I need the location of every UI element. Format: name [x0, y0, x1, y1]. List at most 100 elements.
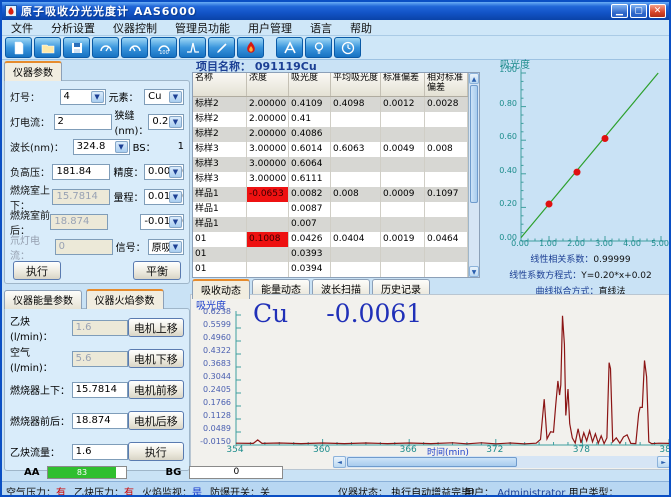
table-cell: 0.6064	[289, 157, 331, 172]
col-header-concentration[interactable]: 浓度	[247, 73, 289, 96]
equation-label: 线性系数方程式：	[509, 271, 581, 281]
col-header-avg-absorbance[interactable]: 平均吸光度	[331, 73, 381, 96]
tab-energy-params[interactable]: 仪器能量参数	[4, 290, 82, 309]
tab-absorption-dynamics[interactable]: 吸收动态	[192, 279, 250, 299]
save-icon[interactable]	[63, 37, 90, 58]
signal-select[interactable]: 原吸▼	[148, 239, 184, 255]
table-cell: 样品1	[193, 187, 247, 202]
wavelength-select[interactable]: 324.8▼	[73, 139, 130, 155]
tick-label: 384	[653, 445, 671, 455]
tick-label: 0.5599	[193, 320, 231, 329]
table-cell: 0.0426	[289, 232, 331, 247]
lamp-number-select[interactable]: 4▼	[60, 89, 106, 105]
tick-label: 4.00	[619, 239, 645, 248]
dynamics-scrollbar[interactable]: ◄ ►	[333, 456, 670, 468]
table-cell	[425, 262, 468, 277]
range-low-select[interactable]: -0.0150▼	[140, 214, 184, 230]
menu-user-management[interactable]: 用户管理	[239, 20, 301, 36]
table-cell	[425, 202, 468, 217]
auto-gain-icon[interactable]: 100	[150, 37, 177, 58]
autosampler-icon[interactable]	[276, 37, 303, 58]
table-cell: 0.1008	[247, 232, 289, 247]
acetylene-input	[72, 320, 128, 336]
col-header-name[interactable]: 名称	[193, 73, 247, 96]
table-row[interactable]: 样品1-0.06530.00820.0080.00090.1097	[193, 187, 468, 202]
status-flag-value: 关	[260, 488, 270, 497]
balance-button[interactable]: 平衡	[133, 261, 181, 280]
table-row[interactable]: 010.0393	[193, 247, 468, 262]
table-scrollbar[interactable]: ▲ ▼	[468, 73, 479, 277]
new-file-icon[interactable]	[5, 37, 32, 58]
table-row[interactable]: 标样22.000000.41090.40980.00120.0028	[193, 97, 468, 112]
timer-icon[interactable]	[334, 37, 361, 58]
tab-flame-params[interactable]: 仪器火焰参数	[86, 289, 164, 309]
neg-hv-input[interactable]	[52, 164, 110, 180]
scroll-down-icon[interactable]: ▼	[469, 266, 479, 277]
scroll-left-icon[interactable]: ◄	[333, 456, 346, 468]
slit-label: 狭缝(nm)：	[115, 107, 149, 137]
table-row[interactable]: 010.10080.04260.04040.00190.0464	[193, 232, 468, 247]
signal-adjust-icon[interactable]	[208, 37, 235, 58]
table-row[interactable]: 样品10.0087	[193, 202, 468, 217]
chevron-down-icon: ▼	[169, 91, 182, 103]
maximize-button[interactable]: ▢	[630, 4, 647, 18]
lamp-energy-icon[interactable]	[121, 37, 148, 58]
menu-file[interactable]: 文件	[2, 20, 42, 36]
table-row[interactable]: 标样33.000000.60140.60630.00490.008	[193, 142, 468, 157]
scroll-right-icon[interactable]: ►	[657, 456, 670, 468]
scrollbar-thumb[interactable]	[470, 85, 478, 203]
bs-label: BS：	[133, 139, 178, 154]
close-button[interactable]: ✕	[649, 4, 666, 18]
motor-down-button[interactable]: 电机下移	[128, 349, 184, 368]
table-row[interactable]: 010.0394	[193, 262, 468, 277]
table-cell	[381, 247, 425, 262]
user-info: 用户： Administrator 用户类型： Administrator	[464, 484, 671, 497]
burner-updown-input[interactable]	[72, 382, 128, 398]
table-row[interactable]: 标样33.000000.6111	[193, 172, 468, 187]
menu-instrument-control[interactable]: 仪器控制	[104, 20, 166, 36]
menu-help[interactable]: 帮助	[341, 20, 381, 36]
flame-execute-button[interactable]: 执行	[128, 442, 184, 461]
table-row[interactable]: 标样33.000000.6064	[193, 157, 468, 172]
col-header-rsd[interactable]: 相对标准偏差	[425, 73, 468, 96]
acetylene-flow-input[interactable]	[72, 444, 128, 460]
col-header-absorbance[interactable]: 吸光度	[289, 73, 331, 96]
window-title: 原子吸收分光光度计 AAS6000	[21, 3, 196, 19]
table-cell: 2.00000	[247, 127, 289, 142]
open-project-icon[interactable]	[34, 37, 61, 58]
scroll-up-icon[interactable]: ▲	[469, 73, 479, 84]
menu-analysis-settings[interactable]: 分析设置	[42, 20, 104, 36]
motor-up-button[interactable]: 电机上移	[128, 318, 184, 337]
menu-admin-functions[interactable]: 管理员功能	[166, 20, 239, 36]
element-select[interactable]: Cu▼	[144, 89, 184, 105]
tab-instrument-params[interactable]: 仪器参数	[4, 61, 62, 81]
table-row[interactable]: 标样22.000000.4086	[193, 127, 468, 142]
motor-back-button[interactable]: 电机后移	[128, 411, 184, 430]
col-header-std-dev[interactable]: 标准偏差	[381, 73, 425, 96]
precision-select[interactable]: 0.0000▼	[144, 164, 184, 180]
burner-frontback-input[interactable]	[72, 413, 128, 429]
lamp-power-icon[interactable]	[305, 37, 332, 58]
execute-button[interactable]: 执行	[13, 261, 61, 280]
table-body: 标样22.000000.41090.40980.00120.0028标样22.0…	[193, 97, 468, 277]
element-label: 元素：	[109, 89, 145, 104]
motor-forward-button[interactable]: 电机前移	[128, 380, 184, 399]
menu-language[interactable]: 语言	[301, 20, 341, 36]
table-cell	[425, 157, 468, 172]
energy-meter-icon[interactable]	[92, 37, 119, 58]
ignite-flame-icon[interactable]	[237, 37, 264, 58]
lamp-current-input[interactable]	[54, 114, 112, 130]
table-cell	[331, 172, 381, 187]
minimize-button[interactable]: ▁	[611, 4, 628, 18]
dynamics-trace	[236, 316, 669, 444]
wavelength-scan-icon[interactable]	[179, 37, 206, 58]
status-flag-value: 有	[124, 488, 134, 497]
table-row[interactable]: 样品10.007	[193, 217, 468, 232]
status-flag: 防爆开关：关	[210, 488, 270, 497]
scrollbar-thumb[interactable]	[347, 457, 517, 467]
slit-select[interactable]: 0.2▼	[148, 114, 184, 130]
table-row[interactable]: 标样22.000000.41	[193, 112, 468, 127]
app-window: 原子吸收分光光度计 AAS6000 ▁ ▢ ✕ 文件 分析设置 仪器控制 管理员…	[0, 0, 671, 497]
range-high-select[interactable]: 0.0150▼	[144, 189, 184, 205]
tick-label: 354	[220, 445, 250, 455]
